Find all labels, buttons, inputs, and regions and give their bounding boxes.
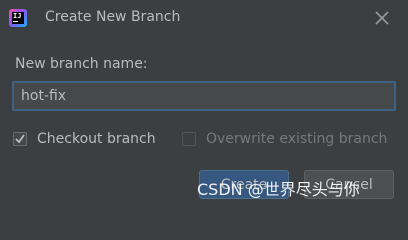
- overwrite-branch-checkbox[interactable]: Overwrite existing branch: [182, 129, 387, 149]
- close-icon: [375, 11, 389, 25]
- branch-name-input[interactable]: [12, 81, 396, 111]
- cancel-button[interactable]: Cancel: [304, 170, 394, 199]
- checkbox-unchecked[interactable]: [182, 132, 196, 146]
- intellij-idea-icon: IJ: [9, 9, 27, 27]
- checkout-branch-label: Checkout branch: [37, 131, 156, 147]
- checkbox-checked[interactable]: [13, 132, 27, 146]
- title-bar: IJ Create New Branch: [0, 0, 408, 38]
- app-icon-text: IJ: [13, 12, 22, 20]
- checkout-branch-checkbox[interactable]: Checkout branch: [13, 129, 156, 149]
- create-button[interactable]: Create: [199, 170, 289, 199]
- close-button[interactable]: [373, 9, 391, 27]
- branch-name-label: New branch name:: [15, 56, 148, 72]
- dialog-title: Create New Branch: [45, 9, 181, 25]
- checkmark-icon: [15, 134, 25, 144]
- overwrite-branch-label: Overwrite existing branch: [206, 131, 388, 147]
